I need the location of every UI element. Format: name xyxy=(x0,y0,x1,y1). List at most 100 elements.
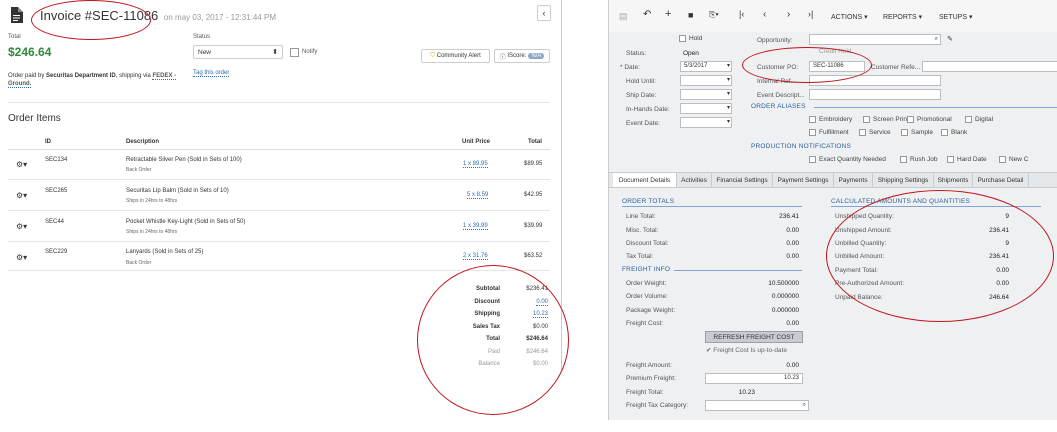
gear-icon[interactable]: ⚙▾ xyxy=(16,191,27,200)
alias-label: Promotional xyxy=(917,116,952,123)
freight-amount-value: 0.00 xyxy=(786,362,799,369)
freight-info-heading: FREIGHT INFO xyxy=(622,266,671,273)
gear-icon[interactable]: ⚙▾ xyxy=(16,160,27,169)
tab-purchase-detail[interactable]: Purchase Detail xyxy=(973,173,1029,187)
freight-tax-category-label: Freight Tax Category: xyxy=(626,402,689,409)
iscore-button[interactable]: ⓘ iScore: N/A xyxy=(494,49,550,63)
tax-total-label: Tax Total: xyxy=(626,253,654,260)
ship-date-label: Ship Date: xyxy=(626,92,657,99)
previous-record-icon[interactable]: ‹ xyxy=(763,9,766,20)
toolbar: ▤ ↶ + ■ ⎘▾ |‹ ‹ › ›| ACTIONS ▾ REPORTS ▾… xyxy=(609,0,1057,32)
item-availability: Ships in 24hrs to 48hrs xyxy=(126,229,178,235)
tab-financial-settings[interactable]: Financial Settings xyxy=(712,173,773,187)
item-qty-price-link[interactable]: 5 x 8.59 xyxy=(467,192,489,199)
notification-label: Hard Date xyxy=(957,156,987,163)
alias-checkbox[interactable] xyxy=(907,116,914,123)
ship-date-field[interactable]: ▾ xyxy=(680,89,732,100)
notification-checkbox[interactable] xyxy=(947,156,954,163)
shield-icon: ⛉ xyxy=(430,52,435,59)
tab-activities[interactable]: Activities xyxy=(677,173,712,187)
setups-menu[interactable]: SETUPS ▾ xyxy=(939,13,972,21)
in-hands-date-label: In-Hands Date: xyxy=(626,106,670,113)
item-availability: Back Order xyxy=(126,167,152,173)
alias-checkbox[interactable] xyxy=(809,116,816,123)
tab-shipments[interactable]: Shipments xyxy=(934,173,973,187)
invoice-date: on may 03, 2017 - 12:31:44 PM xyxy=(163,13,276,22)
collapse-button[interactable]: ‹ xyxy=(537,5,551,21)
notification-checkbox[interactable] xyxy=(999,156,1006,163)
tab-payment-settings[interactable]: Payment Settings xyxy=(773,173,834,187)
opportunity-field[interactable]: ⌕ xyxy=(809,34,941,45)
delete-icon[interactable]: ■ xyxy=(688,10,693,20)
event-date-field[interactable]: ▾ xyxy=(680,117,732,128)
document-icon xyxy=(11,7,23,23)
item-total: $63.52 xyxy=(524,253,543,259)
order-volume-value: 0.000000 xyxy=(771,293,799,300)
dropdown-icon: ▾ xyxy=(726,63,730,69)
misc-total-label: Misc. Total: xyxy=(626,227,659,234)
total-label: Total xyxy=(8,34,21,40)
item-description: Pocket Whistle Key-Light (Sold in Sets o… xyxy=(126,219,246,225)
item-id: SEC44 xyxy=(45,219,65,225)
alias-checkbox[interactable] xyxy=(901,129,908,136)
order-paid-by: Securitas Department ID xyxy=(46,73,116,79)
undo-icon[interactable]: ↶ xyxy=(643,9,651,20)
alias-checkbox[interactable] xyxy=(809,129,816,136)
add-icon[interactable]: + xyxy=(665,8,671,20)
refresh-freight-cost-button[interactable]: REFRESH FREIGHT COST xyxy=(705,331,803,343)
item-qty-price-link[interactable]: 1 x 89.95 xyxy=(463,161,488,168)
gear-icon[interactable]: ⚙▾ xyxy=(16,253,27,262)
line-total-label: Line Total: xyxy=(626,213,656,220)
alias-checkbox[interactable] xyxy=(863,116,870,123)
item-qty-price-link[interactable]: 2 x 31.76 xyxy=(463,253,488,260)
tag-order-link[interactable]: Tag this order xyxy=(193,70,230,77)
col-unit-price: Unit Price xyxy=(462,139,491,145)
tab-shipping-settings[interactable]: Shipping Settings xyxy=(873,173,934,187)
alias-checkbox[interactable] xyxy=(859,129,866,136)
edit-icon[interactable]: ✎ xyxy=(947,35,953,43)
opportunity-label: Opportunity: xyxy=(757,37,793,44)
section-line xyxy=(674,270,802,271)
iscore-label: iScore: xyxy=(507,53,527,59)
caret-down-icon: ▾ xyxy=(918,14,923,21)
order-volume-label: Order Volume: xyxy=(626,293,668,300)
actions-menu[interactable]: ACTIONS ▾ xyxy=(831,13,868,21)
freight-tax-category-field[interactable]: ⌕ xyxy=(705,400,809,411)
reports-menu[interactable]: REPORTS ▾ xyxy=(883,13,922,21)
customer-ref-field[interactable] xyxy=(922,61,1057,72)
item-description: Securitas Lip Balm (Sold in Sets of 10) xyxy=(126,188,229,194)
line-total-value: 236.41 xyxy=(779,213,799,220)
tax-total-value: 0.00 xyxy=(786,253,799,260)
next-record-icon[interactable]: › xyxy=(787,9,790,20)
first-record-icon[interactable]: |‹ xyxy=(739,9,744,19)
notification-checkbox[interactable] xyxy=(900,156,907,163)
dropdown-icon: ▾ xyxy=(726,119,730,125)
alias-label: Fulfillment xyxy=(819,129,849,136)
freight-amount-label: Freight Amount: xyxy=(626,362,672,369)
hold-checkbox[interactable] xyxy=(679,35,686,42)
status-select[interactable]: New ⬍ xyxy=(193,45,283,59)
premium-freight-field[interactable]: 10.23 xyxy=(705,373,803,384)
table-row: ⚙▾ SEC44 Pocket Whistle Key-Light (Sold … xyxy=(8,212,550,242)
order-totals-heading: ORDER TOTALS xyxy=(622,198,675,205)
gear-icon[interactable]: ⚙▾ xyxy=(16,222,27,231)
freight-up-to-date: ✔ Freight Cost Is up-to-date xyxy=(706,346,787,354)
notification-checkbox[interactable] xyxy=(809,156,816,163)
last-record-icon[interactable]: ›| xyxy=(808,9,813,19)
hold-until-field[interactable]: ▾ xyxy=(680,75,732,86)
copy-paste-icon[interactable]: ⎘▾ xyxy=(709,10,719,20)
tab-payments[interactable]: Payments xyxy=(834,173,873,187)
item-id: SEC265 xyxy=(45,188,68,194)
select-arrow-icon: ⬍ xyxy=(272,49,278,56)
alias-checkbox[interactable] xyxy=(965,116,972,123)
alias-checkbox[interactable] xyxy=(941,129,948,136)
save-icon[interactable]: ▤ xyxy=(619,11,628,22)
item-qty-price-link[interactable]: 1 x 39.99 xyxy=(463,223,488,230)
date-field[interactable]: 5/3/2017 ▾ xyxy=(680,61,732,72)
tab-document-details[interactable]: Document Details xyxy=(613,173,677,187)
notify-checkbox[interactable] xyxy=(290,48,299,57)
in-hands-date-field[interactable]: ▾ xyxy=(680,103,732,114)
event-description-field[interactable] xyxy=(809,89,941,100)
community-alert-button[interactable]: ⛉ Community Alert xyxy=(421,49,490,63)
iscore-badge: N/A xyxy=(528,53,545,59)
